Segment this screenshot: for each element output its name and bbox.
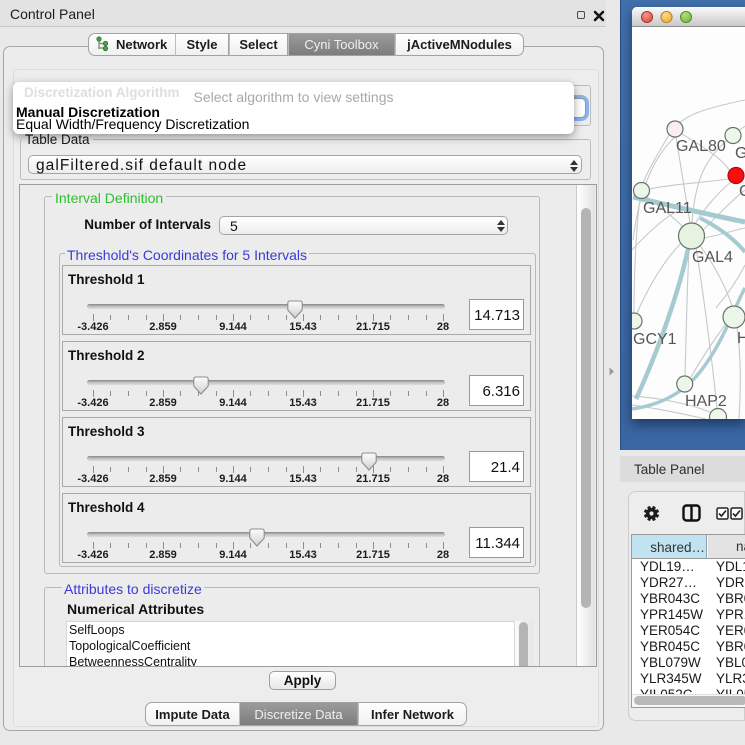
- svg-text:GA: GA: [735, 145, 745, 162]
- svg-text:GAL11: GAL11: [643, 200, 692, 217]
- svg-text:H: H: [737, 330, 745, 347]
- svg-text:GAL4: GAL4: [692, 249, 733, 266]
- svg-text:HAP2: HAP2: [685, 393, 727, 410]
- svg-text:GAL80: GAL80: [676, 138, 726, 155]
- svg-text:GCY1: GCY1: [633, 331, 677, 348]
- svg-text:C: C: [739, 183, 745, 200]
